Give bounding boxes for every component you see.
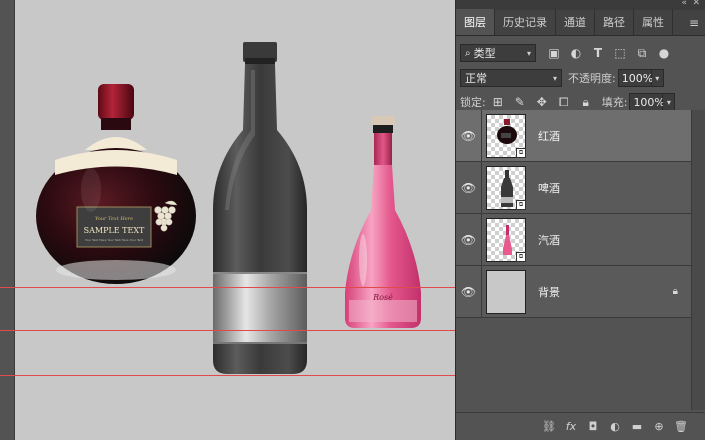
fx-icon[interactable]: fx bbox=[560, 420, 582, 433]
fill-dropdown[interactable]: ▾ bbox=[663, 93, 676, 111]
fill-field[interactable]: 100% bbox=[629, 93, 665, 111]
tab-label: 历史记录 bbox=[503, 16, 547, 29]
opacity-value: 100% bbox=[621, 71, 654, 85]
opacity-field[interactable]: 100% bbox=[617, 69, 654, 87]
filter-smart-object-icon[interactable]: ⧉ bbox=[632, 44, 652, 62]
lock-all-icon[interactable]: 🔒︎ bbox=[576, 93, 596, 111]
filter-adjustment-icon[interactable]: ◐ bbox=[566, 44, 586, 62]
wine-label-small: Your Text Here Your Text Here Your Text bbox=[85, 238, 144, 242]
filter-pixel-icon[interactable]: ▣ bbox=[544, 44, 564, 62]
filter-kind-label: 类型 bbox=[473, 47, 496, 60]
filter-kind-select[interactable]: ⌕ 类型 ▾ bbox=[460, 44, 536, 62]
lock-image-icon[interactable]: ✎ bbox=[510, 93, 530, 111]
close-icon[interactable]: ✕ bbox=[692, 0, 700, 8]
layer-row-sparkling[interactable]: 👁︎ ⧉ 汽酒 bbox=[456, 213, 692, 266]
new-layer-icon[interactable]: ⊕ bbox=[648, 420, 670, 433]
lock-label: 锁定: bbox=[460, 96, 486, 109]
new-group-icon[interactable]: ▬ bbox=[626, 420, 648, 433]
panel-menu-icon[interactable]: ≡ bbox=[689, 16, 699, 30]
link-layers-icon[interactable]: ⛓ bbox=[538, 420, 560, 433]
collapse-icon[interactable]: « bbox=[681, 0, 687, 8]
document-canvas[interactable]: Your Text Here SAMPLE TEXT Your Text Her… bbox=[14, 0, 455, 440]
lock-position-icon[interactable]: ✥ bbox=[532, 93, 552, 111]
search-icon: ⌕ bbox=[465, 47, 471, 59]
tab-paths[interactable]: 路径 bbox=[595, 9, 634, 35]
trash-icon[interactable]: 🗑︎ bbox=[670, 420, 692, 433]
blend-row: 正常 ▾ 不透明度: 100% ▾ bbox=[456, 66, 705, 90]
layer-filter-row: ⌕ 类型 ▾ ▣ ◐ T ⬚ ⧉ ● bbox=[456, 40, 705, 66]
wine-label-script: Your Text Here bbox=[95, 216, 133, 222]
smart-object-badge-icon: ⧉ bbox=[516, 147, 526, 158]
tab-channels[interactable]: 通道 bbox=[556, 9, 595, 35]
sparkling-wine-thumbnail: ⧉ bbox=[486, 217, 526, 262]
visibility-eye-icon[interactable]: 👁︎ bbox=[456, 161, 482, 214]
smart-object-badge-icon: ⧉ bbox=[516, 199, 526, 210]
canvas-area[interactable]: Your Text Here SAMPLE TEXT Your Text Her… bbox=[0, 0, 455, 440]
guide-line[interactable] bbox=[0, 287, 455, 288]
photoshop-workspace: Your Text Here SAMPLE TEXT Your Text Her… bbox=[0, 0, 705, 440]
lock-artboard-icon[interactable]: ⧠ bbox=[554, 93, 574, 111]
smart-object-badge-icon: ⧉ bbox=[516, 251, 526, 262]
fill-value: 100% bbox=[633, 95, 665, 109]
dark-glass-bottle[interactable] bbox=[213, 42, 307, 374]
layer-name[interactable]: 背景 bbox=[538, 284, 560, 300]
rose-label-text: Rosé bbox=[372, 293, 393, 302]
layer-name[interactable]: 汽酒 bbox=[538, 232, 560, 248]
visibility-eye-icon[interactable]: 👁︎ bbox=[456, 213, 482, 266]
beer-bottle-thumbnail: ⧉ bbox=[486, 165, 526, 210]
lock-icon: 🔒︎ bbox=[672, 286, 678, 297]
layer-row-beer[interactable]: 👁︎ ⧉ 啤酒 bbox=[456, 161, 692, 214]
blend-mode-select[interactable]: 正常 ▾ bbox=[460, 69, 562, 87]
red-wine-thumbnail: ⧉ bbox=[486, 113, 526, 158]
tab-history[interactable]: 历史记录 bbox=[495, 9, 556, 35]
background-thumbnail bbox=[486, 269, 526, 314]
layer-name[interactable]: 红酒 bbox=[538, 128, 560, 144]
chevron-down-icon: ▾ bbox=[526, 48, 531, 58]
tab-label: 通道 bbox=[564, 16, 586, 29]
opacity-dropdown[interactable]: ▾ bbox=[651, 69, 664, 87]
guide-line[interactable] bbox=[0, 330, 455, 331]
tab-label: 路径 bbox=[603, 16, 625, 29]
chevron-down-icon: ▾ bbox=[552, 73, 557, 83]
filter-toggle-icon[interactable]: ● bbox=[654, 44, 674, 62]
wine-label-title: SAMPLE TEXT bbox=[84, 226, 145, 235]
canvas-artwork: Your Text Here SAMPLE TEXT Your Text Her… bbox=[36, 42, 421, 374]
visibility-eye-icon[interactable]: 👁︎ bbox=[456, 265, 482, 318]
guide-line[interactable] bbox=[0, 375, 455, 376]
layers-scrollbar[interactable] bbox=[691, 110, 705, 410]
filter-type-icon[interactable]: T bbox=[588, 44, 608, 62]
tab-label: 属性 bbox=[642, 16, 664, 29]
add-mask-icon[interactable]: ◘ bbox=[582, 420, 604, 433]
tab-label: 图层 bbox=[464, 16, 486, 29]
panel-tabs: 图层 历史记录 通道 路径 属性 ≡ bbox=[456, 9, 705, 36]
filter-shape-icon[interactable]: ⬚ bbox=[610, 44, 630, 62]
opacity-label: 不透明度: bbox=[568, 72, 616, 85]
tab-layers[interactable]: 图层 bbox=[456, 9, 495, 35]
visibility-eye-icon[interactable]: 👁︎ bbox=[456, 109, 482, 162]
tab-properties[interactable]: 属性 bbox=[634, 9, 673, 35]
layer-row-red-wine[interactable]: 👁︎ ⧉ 红酒 bbox=[456, 109, 692, 162]
adjustment-layer-icon[interactable]: ◐ bbox=[604, 420, 626, 433]
layer-name[interactable]: 啤酒 bbox=[538, 180, 560, 196]
rose-wine-bottle[interactable]: Rosé bbox=[345, 116, 421, 328]
layer-row-background[interactable]: 👁︎ 背景 🔒︎ bbox=[456, 265, 692, 318]
layers-panel: « ✕ 图层 历史记录 通道 路径 属性 ≡ ⌕ 类型 ▾ ▣ ◐ T ⬚ ⧉ … bbox=[455, 0, 705, 440]
red-wine-bottle[interactable]: Your Text Here SAMPLE TEXT Your Text Her… bbox=[36, 84, 196, 284]
fill-label: 填充: bbox=[601, 96, 628, 109]
panel-footer-toolbar: ⛓ fx ◘ ◐ ▬ ⊕ 🗑︎ bbox=[456, 412, 705, 440]
lock-transparency-icon[interactable]: ⊞ bbox=[488, 93, 508, 111]
blend-mode-value: 正常 bbox=[465, 72, 487, 85]
layer-list: 👁︎ ⧉ 红酒 👁︎ ⧉ 啤酒 👁︎ ⧉ 汽酒 👁︎ 背景 🔒︎ bbox=[456, 109, 692, 318]
